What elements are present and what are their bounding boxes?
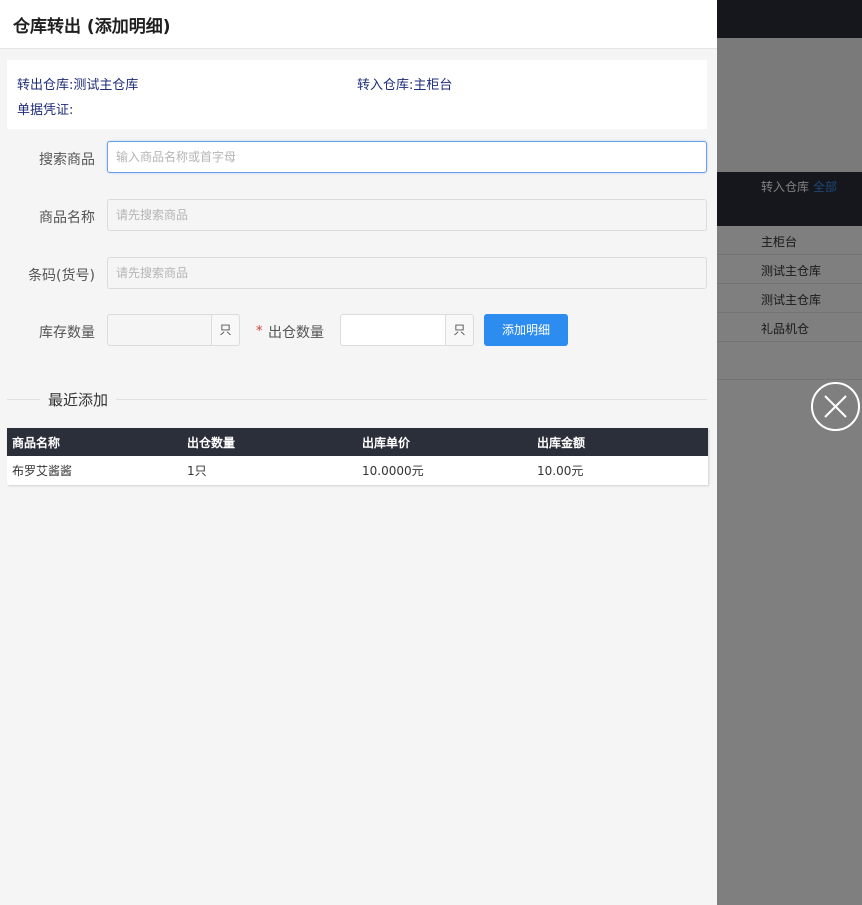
to-warehouse: 转入仓库:主柜台: [357, 78, 453, 93]
cell-product-name: 布罗艾酱酱: [7, 456, 182, 485]
from-warehouse: 转出仓库:测试主仓库: [17, 78, 139, 93]
stock-quantity-field: [107, 314, 212, 346]
name-row: 商品名称: [0, 199, 717, 232]
name-label: 商品名称: [39, 210, 95, 226]
quantity-row: 库存数量 只 * 出仓数量 只 添加明细: [0, 314, 717, 347]
voucher: 单据凭证:: [17, 103, 74, 118]
cell-out-quantity: 1只: [182, 456, 357, 485]
recent-table-header: 商品名称 出仓数量 出库单价 出库金额: [7, 428, 708, 456]
close-drawer-button[interactable]: [811, 382, 860, 431]
cell-unit-price: 10.0000元: [357, 456, 532, 485]
transfer-info-box: 转出仓库:测试主仓库 转入仓库:主柜台 单据凭证:: [7, 60, 707, 129]
barcode-field: [107, 257, 707, 289]
drawer-title: 仓库转出 (添加明细): [13, 17, 171, 37]
column-unit-price: 出库单价: [357, 428, 532, 456]
recent-title: 最近添加: [40, 389, 117, 410]
search-input[interactable]: [107, 141, 707, 173]
search-row: 搜索商品: [0, 141, 717, 174]
column-amount: 出库金额: [532, 428, 708, 456]
drawer-header: 仓库转出 (添加明细): [0, 0, 717, 49]
barcode-label: 条码(货号): [28, 268, 95, 284]
add-detail-button[interactable]: 添加明细: [484, 314, 568, 346]
required-mark: *: [256, 324, 263, 339]
table-row: 布罗艾酱酱 1只 10.0000元 10.00元: [7, 456, 708, 485]
cell-amount: 10.00元: [532, 456, 708, 485]
stock-label: 库存数量: [39, 325, 95, 341]
close-icon: [824, 395, 847, 418]
search-label: 搜索商品: [39, 152, 95, 168]
product-name-field: [107, 199, 707, 231]
drawer-panel: 仓库转出 (添加明细) 转出仓库:测试主仓库 转入仓库:主柜台 单据凭证: 搜索…: [0, 0, 717, 905]
barcode-row: 条码(货号): [0, 257, 717, 290]
column-product-name: 商品名称: [7, 428, 182, 456]
column-out-quantity: 出仓数量: [182, 428, 357, 456]
out-unit: 只: [445, 314, 474, 346]
recent-table: 商品名称 出仓数量 出库单价 出库金额 布罗艾酱酱 1只 10.0000元 10…: [7, 428, 708, 485]
stock-unit: 只: [211, 314, 240, 346]
out-quantity-label: 出仓数量: [268, 325, 324, 341]
out-quantity-input[interactable]: [340, 314, 446, 346]
